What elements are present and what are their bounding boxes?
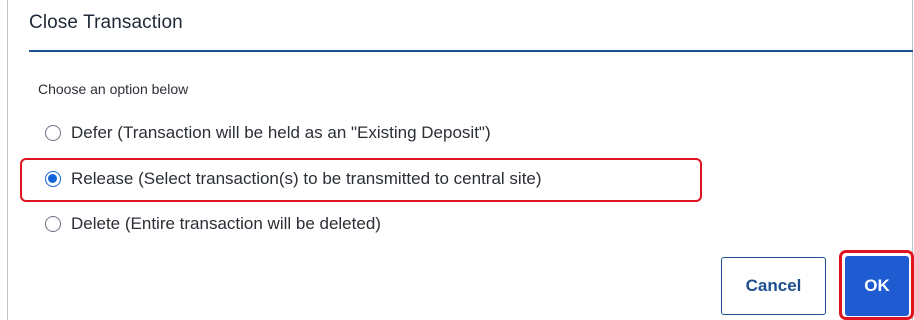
option-delete[interactable]: Delete (Entire transaction will be delet… bbox=[45, 212, 381, 236]
cancel-button[interactable]: Cancel bbox=[721, 257, 826, 315]
option-delete-label: Delete (Entire transaction will be delet… bbox=[71, 214, 381, 233]
close-transaction-dialog: Close Transaction Choose an option below… bbox=[0, 0, 914, 320]
dialog-title: Close Transaction bbox=[29, 12, 183, 33]
radio-delete[interactable] bbox=[45, 216, 61, 232]
release-highlight-box bbox=[20, 158, 702, 202]
dialog-prompt: Choose an option below bbox=[38, 81, 189, 97]
option-defer-label: Defer (Transaction will be held as an "E… bbox=[71, 123, 491, 142]
dialog-left-border bbox=[7, 0, 8, 320]
option-defer[interactable]: Defer (Transaction will be held as an "E… bbox=[45, 121, 491, 145]
radio-defer[interactable] bbox=[45, 125, 61, 141]
ok-highlight-box bbox=[839, 250, 914, 320]
title-divider bbox=[29, 50, 913, 52]
